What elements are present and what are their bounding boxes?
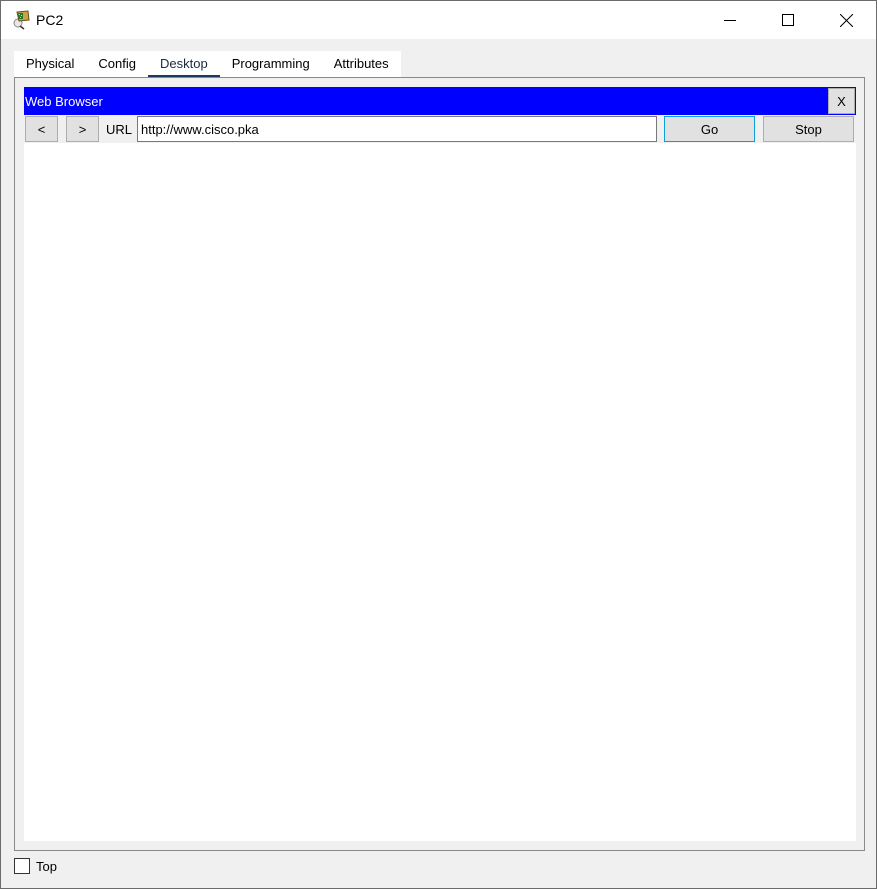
go-button[interactable]: Go [664,116,755,142]
stop-button[interactable]: Stop [763,116,854,142]
browser-header: Web Browser X [24,87,856,115]
minimize-icon [724,14,736,26]
packet-tracer-pc-icon [11,10,31,30]
close-icon [839,13,853,27]
window-title: PC2 [36,12,64,28]
top-option: Top [14,858,57,874]
browser-toolbar: < > URL Go Stop [24,115,856,143]
maximize-icon [782,14,794,26]
tab-physical[interactable]: Physical [14,51,86,77]
desktop-panel: Web Browser X < > URL Go Stop [14,77,865,851]
device-tabs: Physical Config Desktop Programming Attr… [14,51,401,79]
back-button[interactable]: < [25,116,58,142]
url-input[interactable] [137,116,657,142]
title-bar: PC2 [1,1,876,39]
forward-button[interactable]: > [66,116,99,142]
close-window-button[interactable] [817,1,875,39]
top-label: Top [36,858,57,874]
top-checkbox[interactable] [14,858,30,874]
tab-attributes[interactable]: Attributes [322,51,401,77]
browser-content-area[interactable] [24,143,856,841]
url-label: URL [106,122,133,137]
web-browser-app: Web Browser X < > URL Go Stop [24,87,856,841]
pc2-window: PC2 Physical Config Desktop Programming … [0,0,877,889]
tab-programming[interactable]: Programming [220,51,322,77]
tab-desktop[interactable]: Desktop [148,51,220,79]
minimize-button[interactable] [701,1,759,39]
maximize-button[interactable] [759,1,817,39]
browser-close-button[interactable]: X [828,88,855,114]
browser-title: Web Browser [25,94,103,109]
tab-config[interactable]: Config [86,51,148,77]
